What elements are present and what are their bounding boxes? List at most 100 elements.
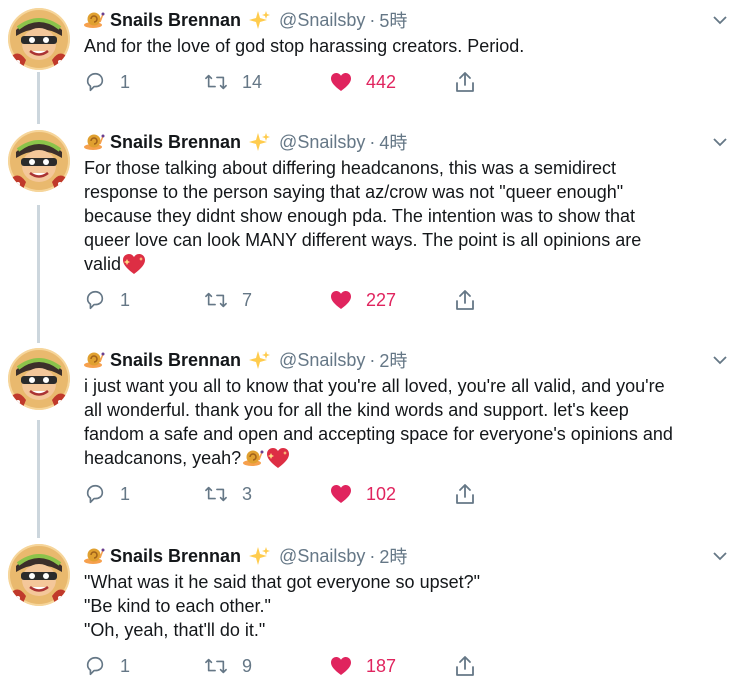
tweet-text-line: For those talking about differing headca…: [84, 158, 616, 178]
tweet-time[interactable]: 4時: [379, 129, 407, 155]
thread-line: [37, 205, 40, 343]
tweet-text-line: because they didnt show enough pda. The …: [84, 206, 636, 226]
sparkles-emoji: [247, 10, 271, 30]
sparkles-emoji: [247, 132, 271, 152]
tweet-text-line: "Oh, yeah, that'll do it.": [84, 620, 266, 640]
sparkling-heart-emoji: [123, 254, 146, 280]
tweet-header: Snails Brennan @Snailsby · 2時: [84, 348, 407, 372]
share-icon: [456, 72, 474, 92]
heart-icon: [331, 291, 351, 309]
tweet-text-line-last: headcanons, yeah?: [84, 446, 732, 474]
like-button[interactable]: 187: [330, 654, 396, 678]
reply-button[interactable]: 1: [84, 70, 130, 94]
separator-dot: ·: [369, 349, 376, 370]
thread-line: [37, 420, 40, 538]
author-name[interactable]: Snails Brennan: [110, 350, 241, 371]
tweet-actions: 1 7 227: [84, 288, 504, 312]
like-count: 227: [366, 289, 397, 310]
author-handle[interactable]: @Snailsby: [279, 546, 365, 567]
heart-icon: [331, 657, 351, 675]
share-button[interactable]: [454, 288, 476, 312]
like-button[interactable]: 442: [330, 70, 396, 94]
retweet-button[interactable]: 9: [204, 654, 252, 678]
like-count: 442: [366, 71, 397, 92]
share-icon: [456, 656, 474, 676]
avatar[interactable]: [8, 544, 70, 606]
tweet-header: Snails Brennan @Snailsby · 4時: [84, 130, 407, 154]
reply-button[interactable]: 1: [84, 654, 130, 678]
tweet-time[interactable]: 5時: [379, 7, 407, 33]
tweet-text-line: all wonderful. thank you for all the kin…: [84, 400, 629, 420]
author-name[interactable]: Snails Brennan: [110, 132, 241, 153]
heart-icon: [331, 73, 351, 91]
retweet-button[interactable]: 14: [204, 70, 262, 94]
tweet-text-fragment: headcanons, yeah?: [84, 448, 242, 468]
reply-icon: [86, 484, 104, 504]
reply-button[interactable]: 1: [84, 288, 130, 312]
avatar[interactable]: [8, 130, 70, 192]
tweet-text-line: And for the love of god stop harassing c…: [84, 36, 525, 56]
author-name[interactable]: Snails Brennan: [110, 546, 241, 567]
share-button[interactable]: [454, 482, 476, 506]
tweet-actions: 1 14 442: [84, 70, 504, 94]
chevron-down-icon[interactable]: [712, 548, 728, 564]
snail-emoji: [84, 132, 106, 152]
snail-emoji: [84, 350, 106, 370]
like-count: 102: [366, 483, 397, 504]
retweet-count: 3: [242, 483, 253, 504]
tweet-text: "What was it he said that got everyone s…: [84, 570, 732, 642]
reply-icon: [86, 72, 104, 92]
reply-icon: [86, 290, 104, 310]
retweet-icon: [205, 486, 227, 502]
share-icon: [456, 484, 474, 504]
retweet-count: 9: [242, 655, 253, 676]
snail-emoji: [242, 448, 265, 474]
retweet-icon: [205, 74, 227, 90]
tweet-text-line: i just want you all to know that you're …: [84, 376, 665, 396]
snail-emoji: [84, 10, 106, 30]
separator-dot: ·: [369, 9, 376, 30]
tweet-text-line-last: valid: [84, 252, 732, 280]
tweet-actions: 1 3 102: [84, 482, 504, 506]
tweet-actions: 1 9 187: [84, 654, 504, 678]
tweet-header: Snails Brennan @Snailsby · 5時: [84, 8, 407, 32]
sparkles-emoji: [247, 350, 271, 370]
reply-count: 1: [120, 483, 131, 504]
sparkling-heart-emoji: [267, 448, 290, 474]
share-icon: [456, 290, 474, 310]
retweet-count: 7: [242, 289, 253, 310]
thread-line: [37, 72, 40, 124]
retweet-count: 14: [242, 71, 263, 92]
avatar[interactable]: [8, 348, 70, 410]
heart-icon: [331, 485, 351, 503]
chevron-down-icon[interactable]: [712, 12, 728, 28]
separator-dot: ·: [369, 545, 376, 566]
reply-count: 1: [120, 289, 131, 310]
tweet-text-line: "What was it he said that got everyone s…: [84, 572, 480, 592]
avatar[interactable]: [8, 8, 70, 70]
tweet-header: Snails Brennan @Snailsby · 2時: [84, 544, 407, 568]
share-button[interactable]: [454, 654, 476, 678]
tweet-text-fragment: valid: [84, 254, 122, 274]
author-handle[interactable]: @Snailsby: [279, 132, 365, 153]
author-name[interactable]: Snails Brennan: [110, 10, 241, 31]
tweet-time[interactable]: 2時: [379, 543, 407, 569]
reply-button[interactable]: 1: [84, 482, 130, 506]
share-button[interactable]: [454, 70, 476, 94]
like-button[interactable]: 102: [330, 482, 396, 506]
like-button[interactable]: 227: [330, 288, 396, 312]
tweet-time[interactable]: 2時: [379, 347, 407, 373]
like-count: 187: [366, 655, 397, 676]
reply-icon: [86, 656, 104, 676]
chevron-down-icon[interactable]: [712, 352, 728, 368]
tweet-text-line: fandom a safe and open and accepting spa…: [84, 424, 673, 444]
tweet-text: For those talking about differing headca…: [84, 156, 732, 280]
retweet-button[interactable]: 7: [204, 288, 252, 312]
author-handle[interactable]: @Snailsby: [279, 10, 365, 31]
tweet-text: And for the love of god stop harassing c…: [84, 34, 732, 58]
retweet-button[interactable]: 3: [204, 482, 252, 506]
chevron-down-icon[interactable]: [712, 134, 728, 150]
tweet-text: i just want you all to know that you're …: [84, 374, 732, 474]
reply-count: 1: [120, 71, 131, 92]
author-handle[interactable]: @Snailsby: [279, 350, 365, 371]
